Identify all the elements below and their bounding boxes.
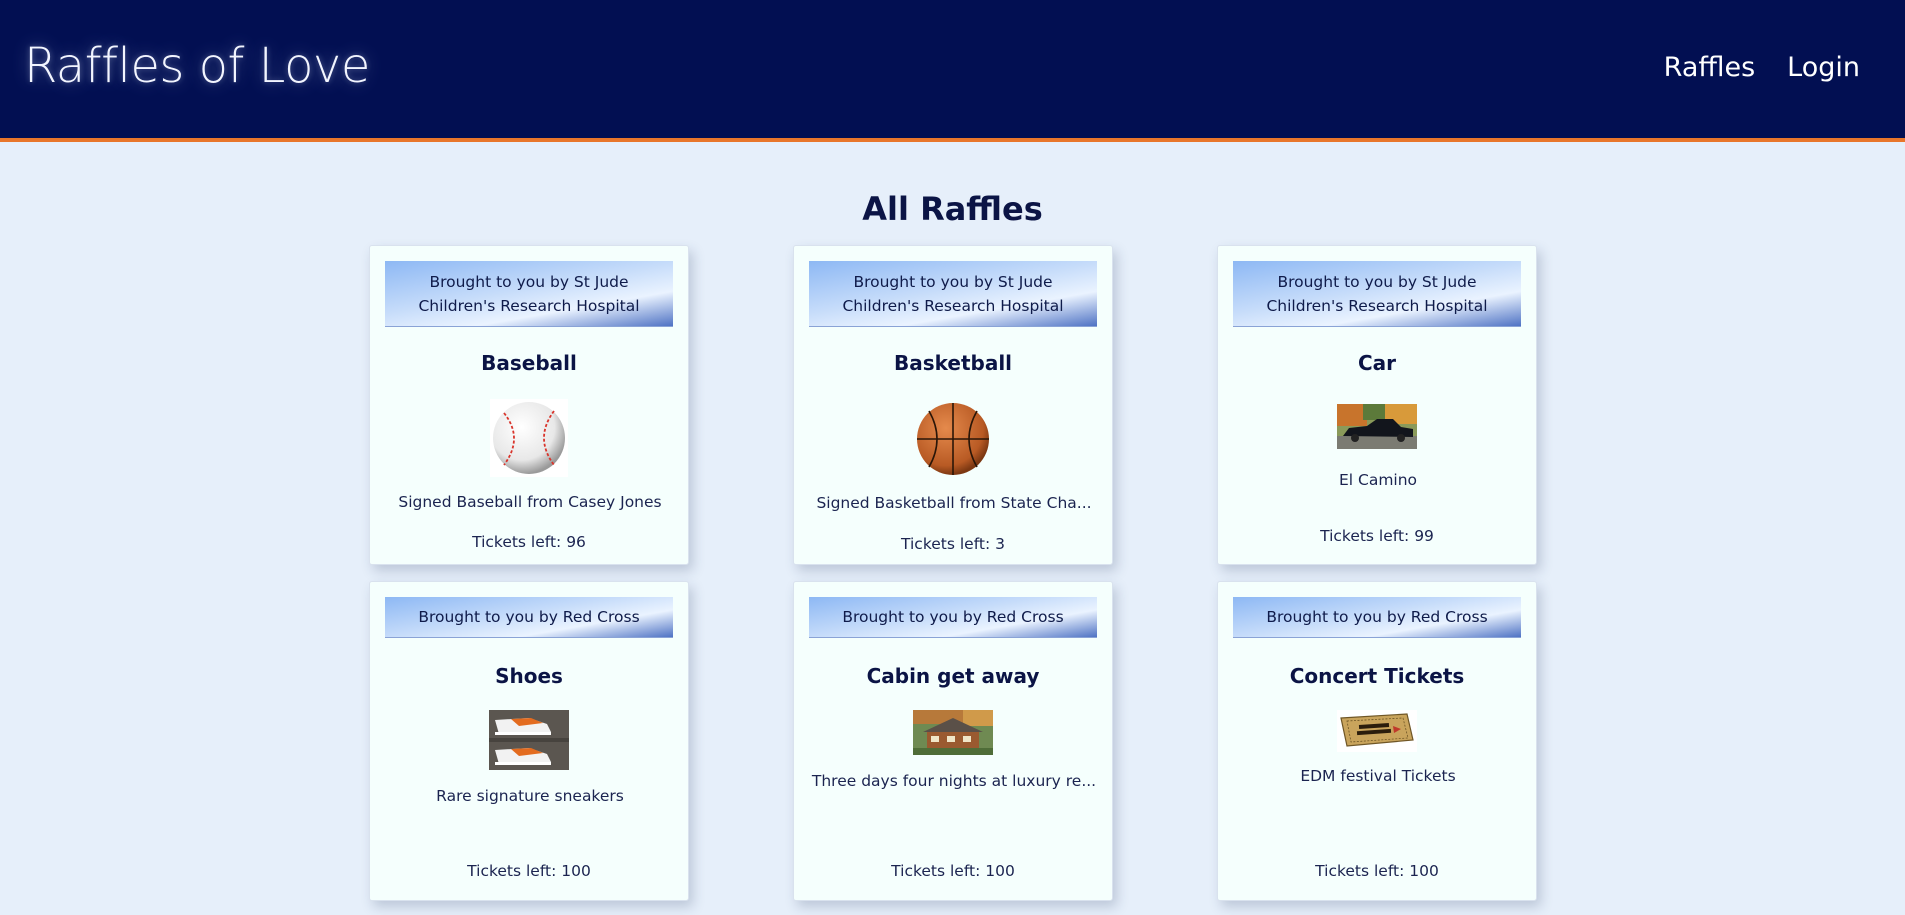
- page-title: All Raffles: [862, 190, 1043, 228]
- raffle-description: Three days four nights at luxury re...: [811, 772, 1097, 790]
- raffle-title: Car: [1357, 351, 1397, 375]
- tickets-left: Tickets left: 99: [1320, 527, 1434, 545]
- sneakers-photo: [489, 710, 569, 770]
- raffle-card[interactable]: Brought to you by St Jude Children's Res…: [369, 245, 689, 565]
- raffle-description: Rare signature sneakers: [436, 787, 624, 805]
- tickets-left: Tickets left: 100: [467, 862, 591, 880]
- raffle-title: Baseball: [481, 351, 577, 375]
- tickets-left: Tickets left: 100: [1315, 862, 1439, 880]
- raffle-card[interactable]: Brought to you by Red Cross Concert Tick…: [1217, 581, 1537, 901]
- tickets-photo: [1337, 710, 1417, 752]
- sponsor-banner: Brought to you by Red Cross: [385, 597, 673, 638]
- main-nav: Raffles Login: [1664, 52, 1860, 83]
- sponsor-banner: Brought to you by Red Cross: [1233, 597, 1521, 638]
- nav-login-link[interactable]: Login: [1787, 52, 1860, 83]
- raffle-card[interactable]: Brought to you by Red Cross Shoes Rare s…: [369, 581, 689, 901]
- site-header: Raffles of Love Raffles Login: [0, 0, 1905, 142]
- sponsor-banner: Brought to you by St Jude Children's Res…: [1233, 261, 1521, 327]
- tickets-left: Tickets left: 100: [891, 862, 1015, 880]
- raffle-title: Basketball: [893, 351, 1013, 375]
- raffle-description: Signed Baseball from Casey Jones: [398, 493, 662, 511]
- raffle-card[interactable]: Brought to you by Red Cross Cabin get aw…: [793, 581, 1113, 901]
- raffle-title: Concert Tickets: [1289, 664, 1465, 688]
- tickets-left: Tickets left: 96: [472, 533, 586, 551]
- raffle-card[interactable]: Brought to you by St Jude Children's Res…: [1217, 245, 1537, 565]
- baseball-photo: [490, 399, 568, 477]
- raffle-description: El Camino: [1338, 471, 1418, 489]
- sponsor-banner: Brought to you by St Jude Children's Res…: [809, 261, 1097, 327]
- raffle-description: Signed Basketball from State Cha...: [816, 494, 1092, 512]
- tickets-left: Tickets left: 3: [901, 535, 1005, 553]
- site-brand-link[interactable]: Raffles of Love: [24, 38, 370, 94]
- cabin-photo: [913, 710, 993, 755]
- raffle-description: EDM festival Tickets: [1300, 767, 1456, 785]
- sponsor-banner: Brought to you by Red Cross: [809, 597, 1097, 638]
- raffle-title: Shoes: [495, 664, 563, 688]
- car-photo: [1337, 404, 1417, 449]
- nav-raffles-link[interactable]: Raffles: [1664, 52, 1756, 83]
- raffle-card[interactable]: Brought to you by St Jude Children's Res…: [793, 245, 1113, 565]
- raffle-title: Cabin get away: [866, 664, 1040, 688]
- sponsor-banner: Brought to you by St Jude Children's Res…: [385, 261, 673, 327]
- basketball-photo: [917, 403, 989, 475]
